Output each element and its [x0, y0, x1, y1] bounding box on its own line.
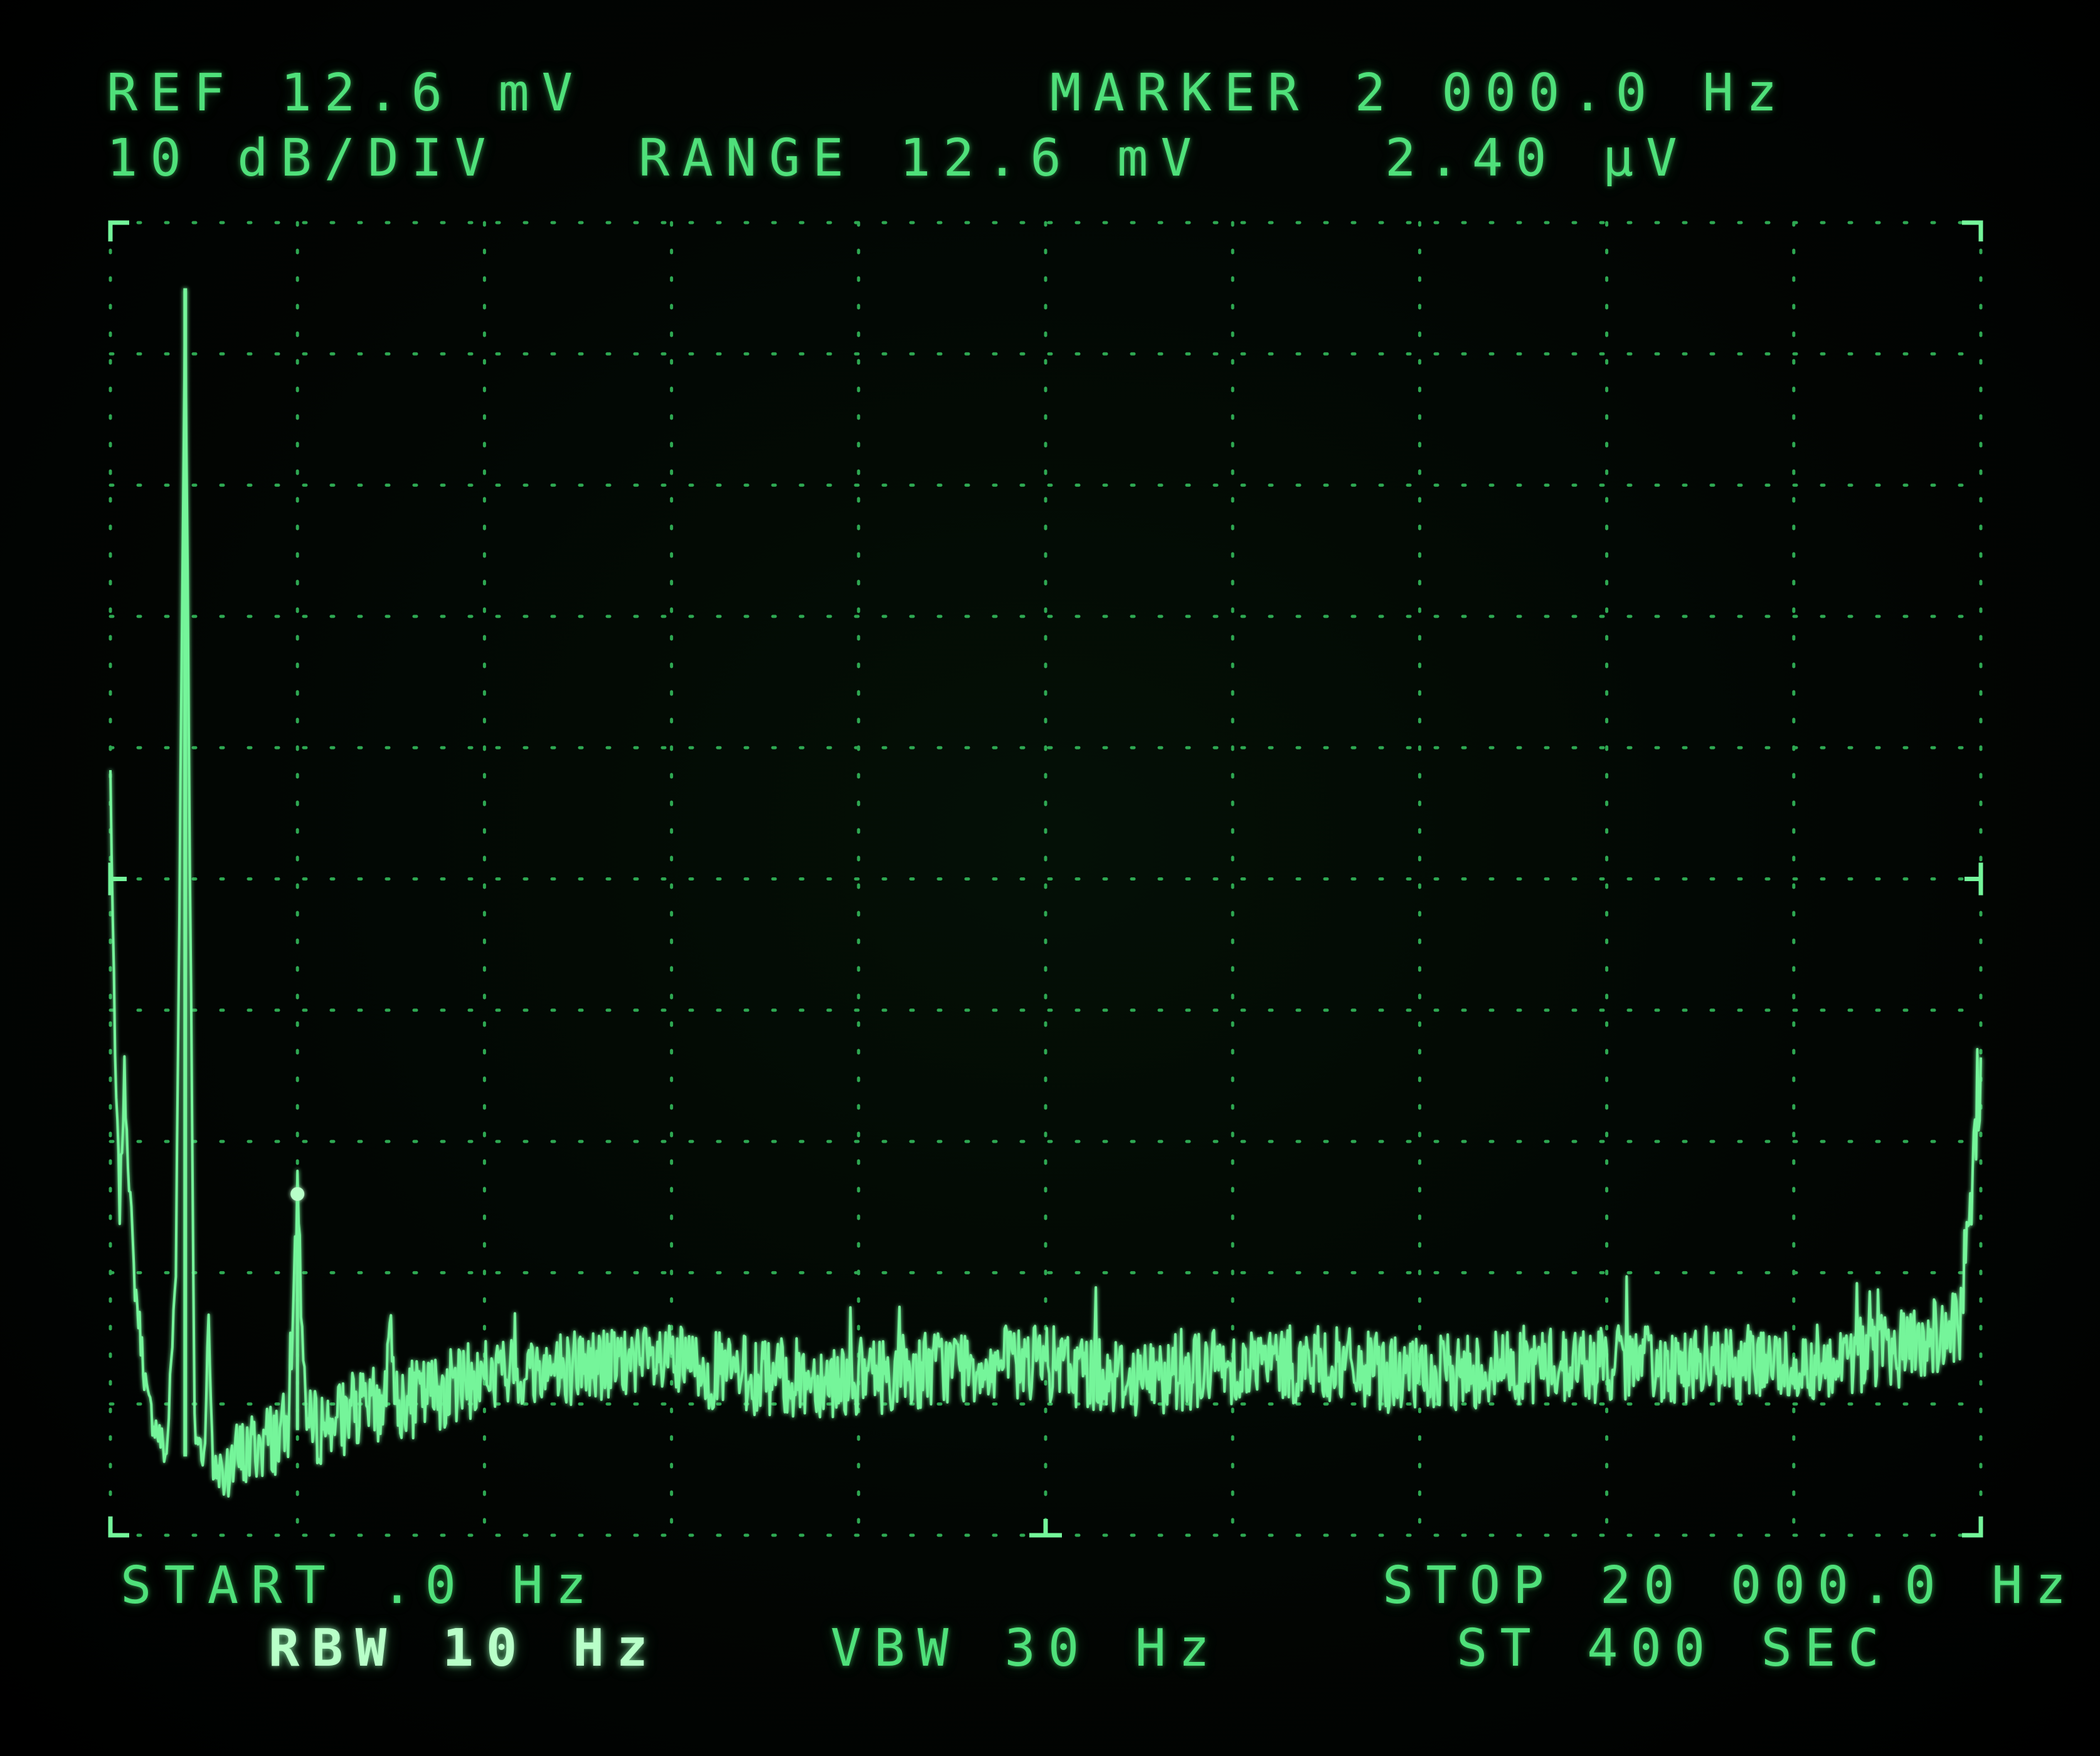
- graticule-corner-bracket: [1962, 1516, 1983, 1538]
- stop-frequency-readout: STOP 20 000.0 Hz: [1382, 1556, 2079, 1616]
- marker-dot: [290, 1187, 305, 1201]
- rbw-readout: RBW 10 Hz: [268, 1619, 660, 1678]
- center-reference-tick-bottom: [1029, 1519, 1062, 1538]
- graticule-corner-bracket: [1962, 220, 1983, 241]
- center-reference-tick-right: [1965, 862, 1983, 896]
- spectrum-analyzer-screen: REF 12.6 mV 10 dB/DIV RANGE 12.6 mV MARK…: [0, 0, 2100, 1756]
- sweep-time-readout: ST 400 SEC: [1456, 1619, 1892, 1678]
- vbw-readout: VBW 30 Hz: [830, 1619, 1222, 1678]
- spectrum-display: [108, 220, 1983, 1538]
- graticule-corner-bracket: [108, 220, 129, 241]
- graticule-corner-bracket: [108, 1516, 129, 1538]
- start-frequency-readout: START .0 Hz: [120, 1556, 600, 1616]
